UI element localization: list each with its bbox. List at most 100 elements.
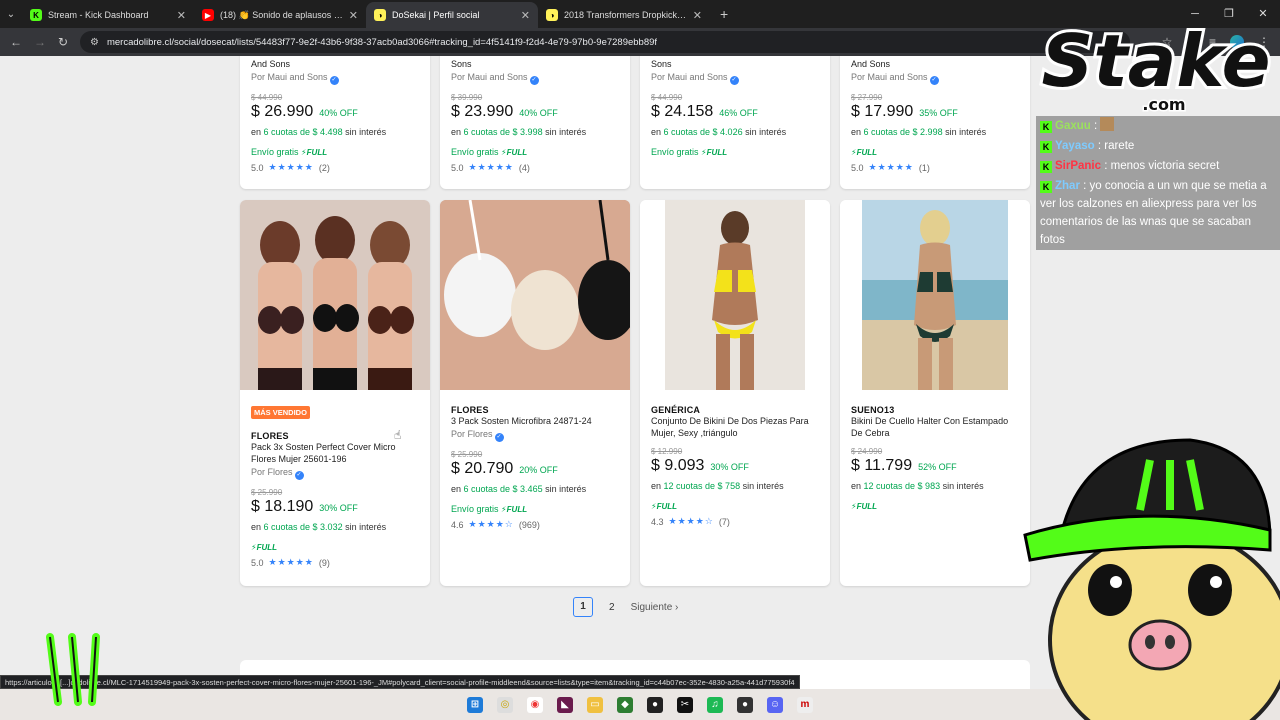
installments-suffix: sin interés (342, 522, 387, 532)
seller-name: Por Maui and Sons (851, 72, 928, 82)
forward-icon[interactable]: → (34, 35, 46, 49)
chrome-icon[interactable]: ◉ (527, 696, 543, 713)
app-icon[interactable]: ◎ (497, 696, 513, 713)
review-count: (1) (918, 162, 930, 173)
stars-icon: ★★★★★ (268, 162, 314, 172)
kick-badge-icon: K (1040, 161, 1052, 173)
obs-icon[interactable]: ● (647, 696, 663, 713)
tab-search-icon[interactable]: ⌄ (0, 0, 22, 28)
url-field[interactable]: ⚙ mercadolibre.cl/social/dosecat/lists/5… (80, 31, 1130, 53)
discount: 52% OFF (918, 462, 957, 472)
product-card[interactable]: MÁS VENDIDO FLORES Pack 3x Sosten Perfec… (240, 200, 430, 586)
tab-3[interactable]: ◑ 2018 Transformers Dropkick De ✕ (538, 2, 710, 28)
price: $ 9.093 (651, 457, 705, 474)
page-1-button[interactable]: 1 (573, 597, 593, 617)
seller-line: Por Flores ✓ (251, 467, 422, 480)
app-icon-3[interactable]: m (797, 696, 813, 713)
product-info: SUENO13 Bikini De Cuello Halter Con Esta… (851, 405, 1022, 511)
chat-username: SirPanic (1055, 160, 1102, 172)
old-price: $ 25.990 (251, 488, 283, 497)
price: $ 23.990 (451, 103, 514, 120)
seller-line: Por Maui and Sons ✓ (651, 72, 822, 85)
price: $ 24.158 (651, 103, 714, 120)
product-card[interactable]: FLORES 3 Pack Sosten Microfibra 24871-24… (440, 200, 630, 586)
rating-value: 5.0 (851, 162, 864, 173)
chat-message: K SirPanic : menos victoria secret (1036, 156, 1280, 176)
next-page-link[interactable]: Siguiente › (631, 602, 679, 613)
verified-icon: ✓ (494, 433, 504, 442)
capcut-icon[interactable]: ✂ (677, 696, 693, 713)
free-shipping: Envío gratis (451, 147, 499, 157)
product-card[interactable]: Sons Por Maui and Sons ✓ $ 44.990 $ 24.15… (640, 56, 830, 189)
product-title[interactable]: Conjunto De Bikini De Dos Piezas Para Mu… (651, 415, 822, 439)
premiere-icon[interactable]: ◣ (557, 696, 573, 713)
product-title[interactable]: Sons (651, 58, 822, 70)
app-icon-2[interactable]: ◆ (617, 696, 633, 713)
site-info-icon[interactable]: ⚙ (90, 37, 99, 48)
discord-icon[interactable]: ☺ (767, 696, 783, 713)
product-title[interactable]: And Sons (251, 58, 422, 70)
price-row: $ 9.093 30% OFF (651, 457, 822, 475)
old-price: $ 39.990 (451, 93, 483, 102)
tab-title: Stream - Kick Dashboard (48, 10, 149, 20)
installments-suffix: sin interés (940, 481, 984, 491)
product-card[interactable]: GENÉRICA Conjunto De Bikini De Dos Pieza… (640, 200, 830, 586)
next-label: Siguiente (630, 601, 673, 613)
product-card[interactable]: And Sons Por Maui and Sons ✓ $ 27.990 $ 1… (840, 56, 1030, 189)
product-title[interactable]: And Sons (851, 58, 1022, 70)
close-tab-icon[interactable]: ✕ (693, 9, 702, 22)
product-image[interactable] (440, 200, 630, 390)
shipping: Envío gratis ⚡FULL (451, 147, 622, 157)
windows-start-icon[interactable]: ⊞ (467, 696, 483, 713)
installments-suffix: sin interés (942, 127, 987, 137)
review-count: (4) (518, 162, 530, 173)
youtube-favicon-icon: ▶ (202, 9, 214, 21)
product-image[interactable] (640, 200, 830, 390)
back-icon[interactable]: ← (10, 35, 22, 49)
tab-1[interactable]: ▶ (18) 👏 Sonido de aplausos y g ✕ (194, 2, 366, 28)
stake-logo-suffix: .com (1142, 95, 1185, 114)
seller-name: Por Maui and Sons (451, 72, 528, 82)
new-tab-icon[interactable]: + (710, 6, 738, 28)
product-image[interactable] (840, 200, 1030, 390)
product-title[interactable]: Sons (451, 58, 622, 70)
product-card[interactable]: SUENO13 Bikini De Cuello Halter Con Esta… (840, 200, 1030, 586)
close-tab-icon[interactable]: ✕ (349, 9, 358, 22)
verified-icon: ✓ (529, 76, 539, 85)
tab-2[interactable]: ◑ DoSekai | Perfil social ✕ (366, 2, 538, 28)
price: $ 11.799 (851, 457, 913, 474)
product-title[interactable]: 3 Pack Sosten Microfibra 24871-24 (451, 415, 622, 427)
old-price: $ 12.990 (651, 447, 683, 456)
product-photo (440, 200, 630, 390)
discount: 40% OFF (519, 108, 558, 118)
rating-value: 5.0 (251, 557, 264, 568)
installments-amount: 6 cuotas de $ 3.465 (463, 484, 543, 494)
product-title[interactable]: Pack 3x Sosten Perfect Cover Micro Flore… (251, 441, 422, 465)
product-brand: FLORES (451, 405, 489, 415)
kick-badge-icon: K (1040, 121, 1052, 133)
spotify-icon[interactable]: ♫ (707, 696, 723, 713)
price: $ 18.190 (251, 498, 314, 515)
rating-value: 4.3 (651, 516, 664, 527)
close-tab-icon[interactable]: ✕ (521, 9, 530, 22)
full-text: FULL (306, 148, 328, 157)
installments: en 6 cuotas de $ 4.026 sin interés (651, 127, 787, 137)
chat-username: Yayaso (1055, 140, 1095, 152)
price-row: $ 17.990 35% OFF (851, 103, 1022, 121)
tab-0[interactable]: K Stream - Kick Dashboard ✕ (22, 2, 194, 28)
kick-badge-icon: K (1040, 181, 1052, 193)
installments-suffix: sin interés (542, 127, 587, 137)
full-text: FULL (856, 502, 878, 511)
product-card[interactable]: And Sons Por Maui and Sons ✓ $ 44.990 $ 2… (240, 56, 430, 189)
github-icon[interactable]: ● (737, 696, 753, 713)
product-card[interactable]: Sons Por Maui and Sons ✓ $ 39.990 $ 23.99… (440, 56, 630, 189)
folder-icon[interactable]: ▭ (587, 696, 603, 713)
installments: en 6 cuotas de $ 3.998 sin interés (451, 127, 587, 137)
page-2-button[interactable]: 2 (609, 602, 615, 613)
url-text: mercadolibre.cl/social/dosecat/lists/544… (106, 36, 658, 48)
product-title[interactable]: Bikini De Cuello Halter Con Estampado De… (851, 415, 1022, 439)
product-image[interactable] (240, 200, 430, 390)
product-info: And Sons Por Maui and Sons ✓ $ 27.990 $ 1… (851, 58, 1022, 173)
reload-icon[interactable]: ↻ (58, 35, 68, 49)
close-tab-icon[interactable]: ✕ (177, 9, 186, 22)
